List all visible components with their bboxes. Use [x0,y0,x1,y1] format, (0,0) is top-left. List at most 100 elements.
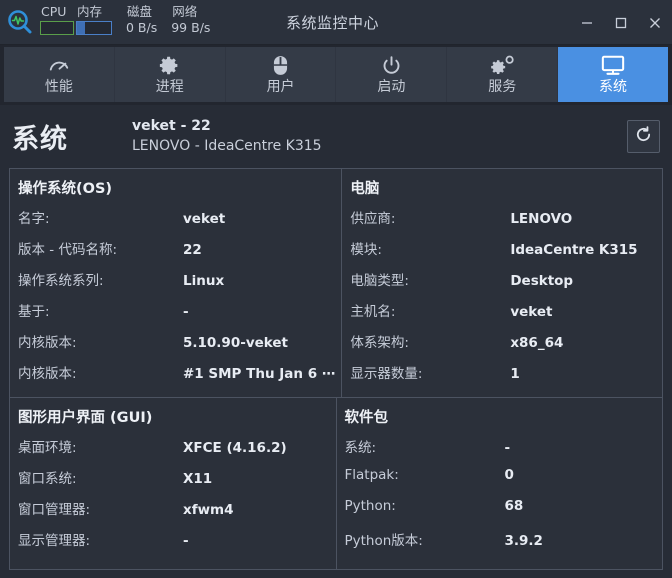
info-row: 基于: - [18,300,341,331]
app-logo-icon [0,0,40,45]
info-value: 0 [504,467,514,483]
info-key: 基于: [18,304,50,320]
meter-disk: 磁盘 0 B/s [126,4,159,37]
info-value: 68 [504,498,524,514]
memory-usage-bar [76,20,112,35]
maximize-button[interactable] [604,0,638,45]
meter-memory-label: 内存 [77,3,103,19]
panel-row-bottom: 图形用户界面 (GUI) 桌面环境: XFCE (4.16.2) 窗口系统: X… [10,397,662,569]
meter-network: 网络 99 B/s [171,4,212,37]
section-packages: 软件包 系统: - Flatpak: 0 Python: 68 Python版本… [335,398,663,569]
close-button[interactable] [638,0,672,45]
tab-startup[interactable]: 启动 [335,47,447,102]
info-key: 模块: [350,242,382,258]
tab-services-label: 服务 [488,79,517,95]
info-row: 主机名: veket [350,300,662,331]
main-tab-bar: 性能 进程 用户 启动 服务 系统 [0,45,672,105]
info-row: 供应商: LENOVO [350,207,662,238]
info-key: 内核版本: [18,335,77,351]
info-key: 显示器数量: [350,366,423,382]
info-key: 窗口管理器: [18,502,91,518]
info-key: 系统: [344,440,377,456]
info-value: 1 [510,366,520,382]
section-os-title: 操作系统(OS) [18,181,113,197]
mouse-icon [273,54,288,76]
info-row: 系统: - [345,436,663,467]
info-value: x86_64 [510,335,564,351]
refresh-icon [635,126,652,147]
tab-performance[interactable]: 性能 [4,47,114,102]
info-row: 体系架构: x86_64 [350,331,662,362]
info-key: 桌面环境: [18,440,77,456]
info-key: Python: [344,498,396,514]
section-computer-title: 电脑 [350,181,380,197]
info-row: 内核版本: 5.10.90-veket [18,331,341,362]
window-title: 系统监控中心 [286,14,380,32]
info-value: xfwm4 [183,502,234,518]
info-key: 版本 - 代码名称: [18,242,118,258]
info-value: IdeaCentre K315 [510,242,638,258]
info-value: Desktop [510,273,574,289]
page-subtitle-line2: LENOVO - IdeaCentre K315 [132,138,322,154]
page-header: 系统 veket - 22 LENOVO - IdeaCentre K315 [0,105,672,168]
info-value: veket [183,211,226,227]
gear-icon [159,54,180,76]
info-key: 体系架构: [350,335,409,351]
tab-processes-label: 进程 [155,79,184,95]
info-key: 内核版本: [18,366,77,382]
info-row: 窗口系统: X11 [18,467,336,498]
info-row: Python: 68 [345,498,663,529]
section-computer: 电脑 供应商: LENOVO 模块: IdeaCentre K315 电脑类型:… [341,169,662,397]
info-value: 22 [183,242,202,258]
info-key: 名字: [18,211,50,227]
power-icon [381,54,402,76]
meter-disk-label: 磁盘 [127,3,153,19]
title-bar: CPU 内存 磁盘 0 B/s 网络 99 B/s 系统监控中心 [0,0,672,45]
meter-memory: 内存 [76,4,114,37]
info-key: 窗口系统: [18,471,77,487]
resource-meters: CPU 内存 磁盘 0 B/s 网络 99 B/s [40,0,212,45]
meter-disk-value: 0 B/s [126,20,158,35]
info-value: 5.10.90-veket [183,335,289,351]
meter-network-label: 网络 [172,3,198,19]
meter-cpu-label: CPU [41,3,67,19]
section-packages-title: 软件包 [344,410,389,426]
tab-system-label: 系统 [599,79,628,95]
window-controls [570,0,672,45]
tab-performance-label: 性能 [44,79,73,95]
info-row: Python版本: 3.9.2 [345,529,663,560]
panel-row-top: 操作系统(OS) 名字: veket 版本 - 代码名称: 22 操作系统系列:… [10,169,662,397]
tab-services[interactable]: 服务 [446,47,558,102]
info-value: X11 [183,471,213,487]
section-gui-title: 图形用户界面 (GUI) [18,410,153,426]
info-row: 版本 - 代码名称: 22 [18,238,341,269]
info-row: 操作系统系列: Linux [18,269,341,300]
tab-users-label: 用户 [266,79,295,95]
info-key: 主机名: [350,304,396,320]
info-value: - [183,304,189,320]
tab-users[interactable]: 用户 [224,47,336,102]
page-title: 系统 [12,124,68,155]
page-subtitle-line1: veket - 22 [132,118,211,134]
cpu-usage-bar [40,20,74,35]
info-row: 显示管理器: - [18,529,336,560]
info-value: veket [510,304,553,320]
refresh-button[interactable] [627,120,660,153]
tab-system[interactable]: 系统 [557,47,668,102]
section-os: 操作系统(OS) 名字: veket 版本 - 代码名称: 22 操作系统系列:… [10,169,341,397]
info-row: 桌面环境: XFCE (4.16.2) [18,436,336,467]
meter-cpu: CPU [40,4,76,37]
info-value: 3.9.2 [504,533,543,549]
page-subtitle: veket - 22 LENOVO - IdeaCentre K315 [132,116,627,157]
info-row: 模块: IdeaCentre K315 [350,238,662,269]
info-key: Python版本: [344,533,423,549]
info-row: 名字: veket [18,207,341,238]
info-value: - [183,533,189,549]
info-key: 供应商: [350,211,396,227]
info-key: 电脑类型: [350,273,409,289]
info-value: XFCE (4.16.2) [183,440,287,456]
section-gui: 图形用户界面 (GUI) 桌面环境: XFCE (4.16.2) 窗口系统: X… [10,398,336,569]
tab-processes[interactable]: 进程 [113,47,225,102]
info-key: Flatpak: [344,467,399,483]
minimize-button[interactable] [570,0,604,45]
